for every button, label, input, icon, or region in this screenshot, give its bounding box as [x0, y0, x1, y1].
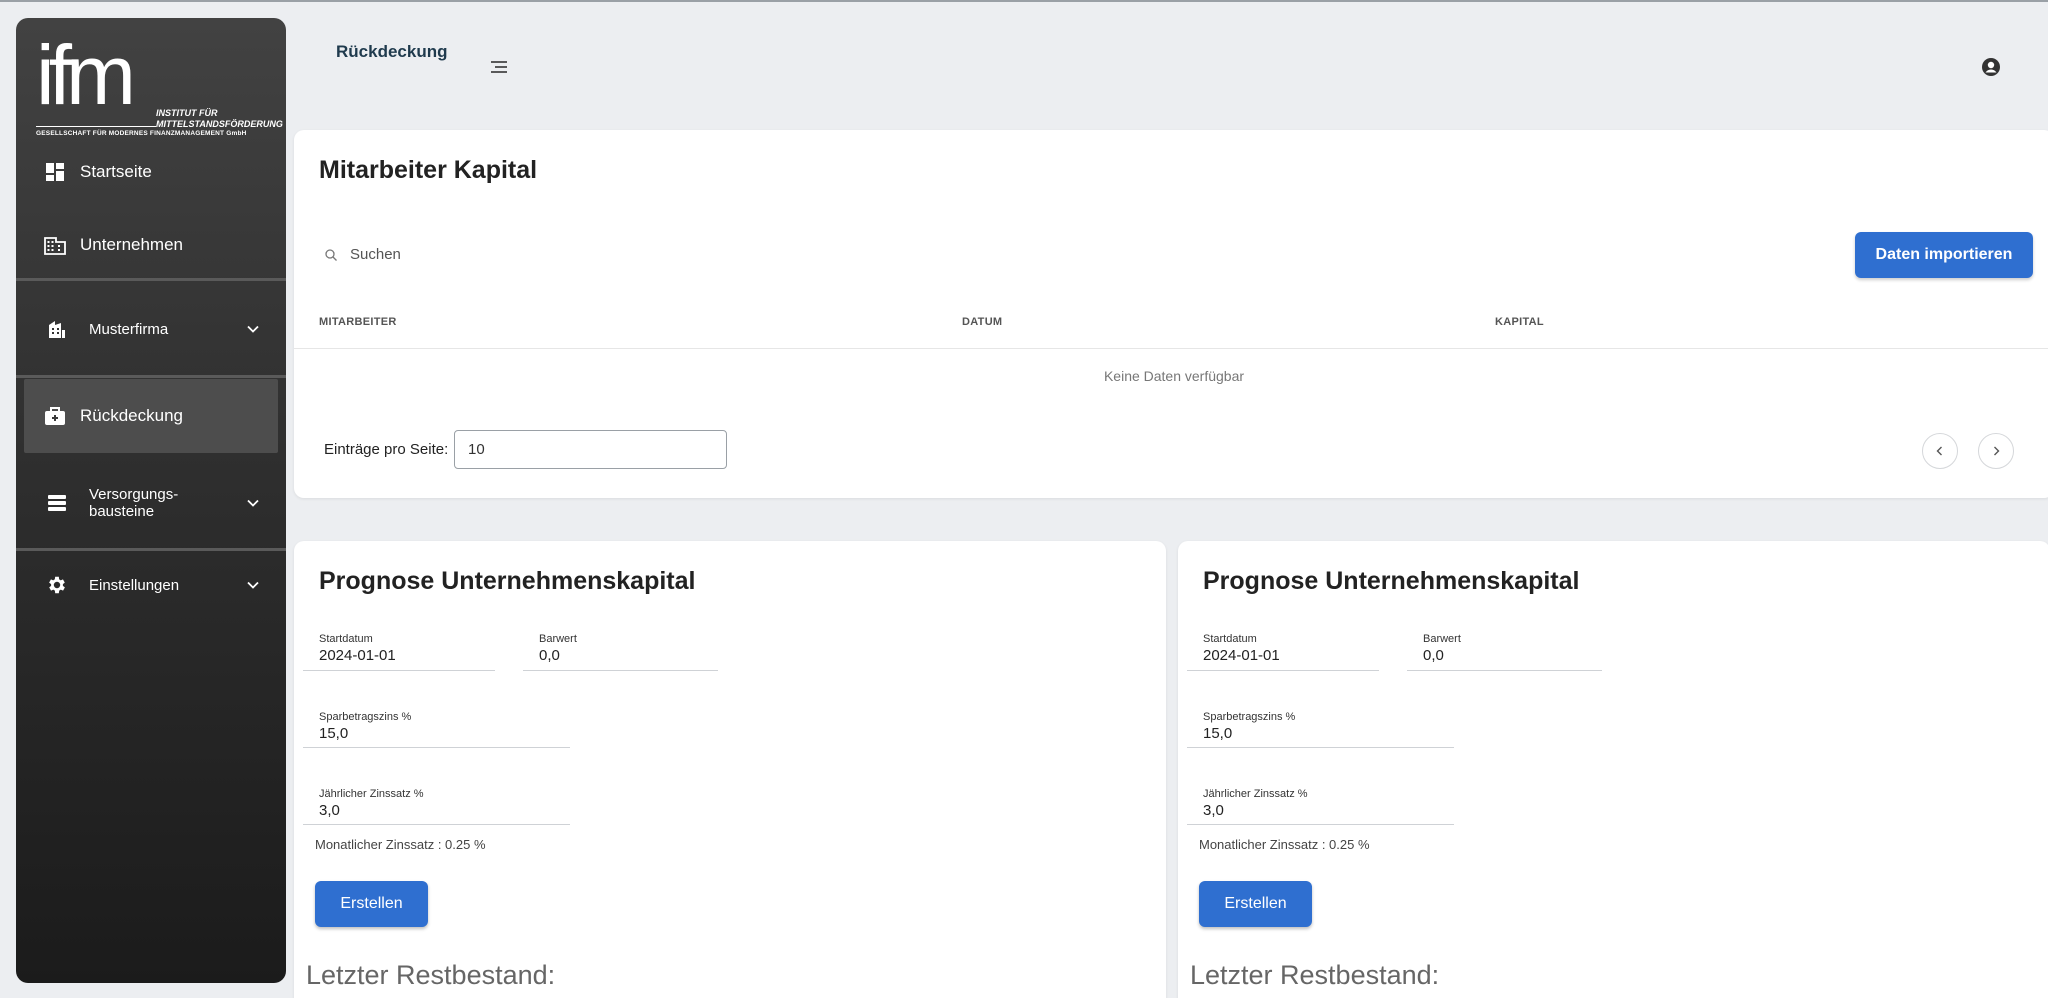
last-balance-heading: Letzter Restbestand: [1190, 960, 1440, 990]
sidebar-item-startseite[interactable]: Startseite [16, 152, 286, 192]
window-top-border [0, 0, 2048, 2]
empty-table-message: Keine Daten verfügbar [1103, 368, 1245, 384]
start-date-input[interactable] [1203, 647, 1378, 664]
column-header-datum[interactable]: DATUM [962, 316, 1002, 328]
card-title: Prognose Unternehmenskapital [319, 567, 696, 595]
previous-page-button[interactable] [1922, 433, 1958, 469]
sidebar: ifm INSTITUT FÜR MITTELSTANDSFÖRDERUNG G… [16, 18, 286, 983]
sidebar-item-versorgungsbausteine[interactable]: Versorgungs-bausteine [16, 481, 286, 525]
create-button[interactable]: Erstellen [315, 881, 428, 927]
chevron-down-icon [247, 499, 259, 507]
present-value-field[interactable]: Barwert [523, 633, 718, 673]
field-label: Barwert [1423, 633, 1461, 645]
present-value-field[interactable]: Barwert [1407, 633, 1602, 673]
field-label: Barwert [539, 633, 577, 645]
logo-mark: ifm [36, 28, 136, 122]
list-icon [46, 492, 68, 514]
sidebar-item-einstellungen[interactable]: Einstellungen [16, 565, 286, 605]
field-underline [1187, 747, 1454, 748]
per-page-value: 10 [468, 441, 485, 458]
field-underline [303, 747, 570, 748]
search-input[interactable] [350, 246, 650, 263]
page-title: Rückdeckung [336, 42, 448, 61]
sidebar-divider [16, 548, 286, 551]
annual-rate-field[interactable]: Jährlicher Zinssatz % [303, 788, 570, 828]
label-line-1: Versorgungs- [89, 486, 179, 503]
savings-rate-input[interactable] [319, 725, 569, 742]
last-balance-heading: Letzter Restbestand: [306, 960, 556, 990]
per-page-label: Einträge pro Seite: [324, 441, 449, 458]
card-title: Prognose Unternehmenskapital [1203, 567, 1580, 595]
chevron-left-icon [1936, 446, 1942, 456]
sidebar-divider [16, 375, 286, 378]
field-underline [303, 670, 495, 671]
forecast-card-left: Prognose Unternehmenskapital Startdatum … [294, 541, 1166, 998]
logo-subtitle: GESELLSCHAFT FÜR MODERNES FINANZMANAGEME… [36, 130, 247, 137]
field-label: Sparbetragszins % [319, 711, 412, 723]
label-line-2: bausteine [89, 503, 155, 520]
present-value-input[interactable] [1423, 647, 1598, 664]
search-icon [325, 248, 337, 261]
sidebar-item-label: Unternehmen [80, 235, 184, 254]
field-underline [303, 824, 570, 825]
chevron-down-icon [247, 325, 259, 333]
field-underline [1187, 670, 1379, 671]
sidebar-item-musterfirma[interactable]: Musterfirma [16, 309, 286, 349]
field-label: Startdatum [1203, 633, 1257, 645]
present-value-input[interactable] [539, 647, 714, 664]
sidebar-item-unternehmen[interactable]: Unternehmen [16, 225, 286, 265]
account-icon[interactable] [1981, 57, 2001, 77]
search-box [324, 246, 650, 263]
annual-rate-input[interactable] [1203, 802, 1453, 819]
gear-icon [46, 574, 68, 596]
monthly-rate-hint: Monatlicher Zinssatz : 0.25 % [1199, 837, 1370, 852]
field-label: Sparbetragszins % [1203, 711, 1296, 723]
company-icon [46, 318, 68, 340]
start-date-input[interactable] [319, 647, 494, 664]
sidebar-item-label: Musterfirma [89, 320, 169, 338]
sidebar-item-rueckdeckung[interactable]: Rückdeckung [16, 396, 286, 436]
sidebar-item-label: Rückdeckung [80, 406, 184, 425]
chevron-down-icon [247, 581, 259, 589]
briefcase-icon [44, 405, 66, 427]
field-underline [523, 670, 718, 671]
column-header-kapital[interactable]: KAPITAL [1495, 316, 1544, 328]
field-label: Startdatum [319, 633, 373, 645]
logo-underline [36, 126, 156, 127]
sidebar-item-label: Einstellungen [89, 576, 180, 594]
sidebar-item-label: Versorgungs-bausteine [89, 486, 178, 520]
logo-institute-text: INSTITUT FÜR MITTELSTANDSFÖRDERUNG [156, 108, 283, 129]
menu-toggle-icon[interactable] [488, 58, 510, 76]
field-underline [1407, 670, 1602, 671]
card-title: Mitarbeiter Kapital [319, 156, 538, 184]
table-header-divider [294, 348, 2048, 349]
sidebar-item-label: Startseite [80, 162, 152, 181]
savings-rate-input[interactable] [1203, 725, 1453, 742]
annual-rate-field[interactable]: Jährlicher Zinssatz % [1187, 788, 1454, 828]
field-label: Jährlicher Zinssatz % [1203, 788, 1308, 800]
forecast-card-right: Prognose Unternehmenskapital Startdatum … [1178, 541, 2048, 998]
start-date-field[interactable]: Startdatum [303, 633, 495, 673]
monthly-rate-hint: Monatlicher Zinssatz : 0.25 % [315, 837, 486, 852]
dashboard-icon [44, 161, 66, 183]
column-header-mitarbeiter[interactable]: MITARBEITER [319, 316, 397, 328]
annual-rate-input[interactable] [319, 802, 569, 819]
next-page-button[interactable] [1978, 433, 2014, 469]
employee-capital-card: Mitarbeiter Kapital Daten importieren MI… [294, 130, 2048, 498]
field-label: Jährlicher Zinssatz % [319, 788, 424, 800]
per-page-select[interactable]: 10 [454, 430, 727, 469]
create-button[interactable]: Erstellen [1199, 881, 1312, 927]
start-date-field[interactable]: Startdatum [1187, 633, 1379, 673]
building-icon [44, 234, 66, 256]
sidebar-divider [16, 278, 286, 281]
field-underline [1187, 824, 1454, 825]
ifm-logo: ifm INSTITUT FÜR MITTELSTANDSFÖRDERUNG G… [36, 28, 283, 137]
chevron-right-icon [1994, 446, 2000, 456]
savings-rate-field[interactable]: Sparbetragszins % [303, 711, 570, 751]
savings-rate-field[interactable]: Sparbetragszins % [1187, 711, 1454, 751]
import-data-button[interactable]: Daten importieren [1855, 232, 2033, 278]
